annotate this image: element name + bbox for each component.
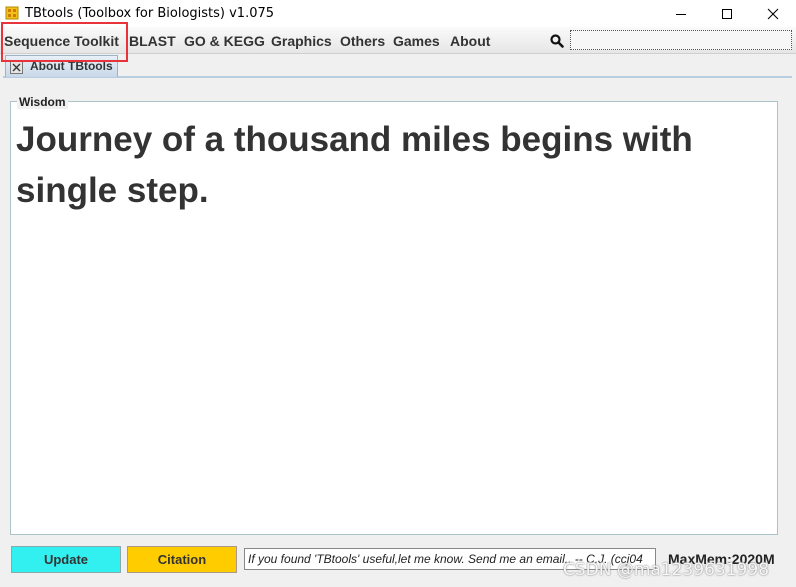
wisdom-legend: Wisdom [17,95,68,109]
search-input[interactable] [570,30,792,50]
menu-games[interactable]: Games [393,33,440,49]
wisdom-quote: Journey of a thousand miles begins with … [16,120,693,210]
search-icon[interactable] [549,33,565,49]
menu-about[interactable]: About [450,33,490,49]
menu-others[interactable]: Others [340,33,385,49]
menu-graphics[interactable]: Graphics [271,33,332,49]
update-button[interactable]: Update [11,546,121,573]
menu-blast[interactable]: BLAST [129,33,176,49]
close-icon [767,8,779,19]
close-button[interactable] [750,0,796,27]
window-title: TBtools (Toolbox for Biologists) v1.075 [25,6,275,21]
maximize-button[interactable] [704,0,750,27]
tab-close-icon[interactable] [10,61,23,74]
app-icon [5,6,19,20]
minimize-button[interactable] [658,0,704,27]
menu-go-kegg[interactable]: GO & KEGG [184,33,265,49]
highlight-box [1,22,128,62]
citation-button[interactable]: Citation [127,546,237,573]
watermark: CSDN @ma1239631998 [563,560,770,580]
maximize-icon [722,8,732,19]
minimize-icon [676,13,686,15]
